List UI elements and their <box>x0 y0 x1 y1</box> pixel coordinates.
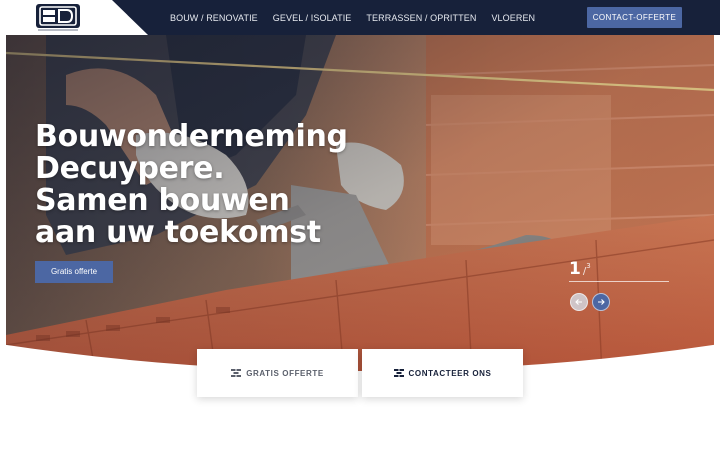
slide-total: 3 <box>586 261 591 270</box>
contacteer-ons-card[interactable]: CONTACTEER ONS <box>362 349 523 397</box>
slide-counter: 1/3 <box>569 259 591 279</box>
nav-item-gevel-isolatie[interactable]: GEVEL / ISOLATIE <box>273 13 352 23</box>
brick-icon <box>393 369 404 377</box>
logo-tagline <box>38 29 78 31</box>
hero-title-line-3: Samen bouwen <box>35 183 290 218</box>
hero-title-line-1: Bouwonderneming <box>35 119 348 154</box>
page: BOUW / RENOVATIE GEVEL / ISOLATIE TERRAS… <box>0 0 720 450</box>
slide-prev-button[interactable] <box>570 293 588 311</box>
slide-current: 1 <box>569 259 581 279</box>
arrow-left-icon <box>575 299 582 305</box>
card-label: GRATIS OFFERTE <box>246 368 324 378</box>
nav-item-terrassen-opritten[interactable]: TERRASSEN / OPRITTEN <box>366 13 476 23</box>
brick-icon <box>231 369 242 377</box>
hero-title-line-2: Decuypere. <box>35 151 225 186</box>
company-logo[interactable] <box>36 4 80 28</box>
main-nav: BOUW / RENOVATIE GEVEL / ISOLATIE TERRAS… <box>170 0 535 35</box>
slide-progress-line <box>569 281 669 282</box>
card-label: CONTACTEER ONS <box>408 368 492 378</box>
site-header: BOUW / RENOVATIE GEVEL / ISOLATIE TERRAS… <box>0 0 720 35</box>
gratis-offerte-card[interactable]: GRATIS OFFERTE <box>197 349 358 397</box>
nav-item-bouw-renovatie[interactable]: BOUW / RENOVATIE <box>170 13 258 23</box>
arrow-right-icon <box>598 299 605 305</box>
gratis-offerte-button[interactable]: Gratis offerte <box>35 261 113 283</box>
nav-item-vloeren[interactable]: VLOEREN <box>491 13 535 23</box>
hero-title-line-4: aan uw toekomst <box>35 215 321 250</box>
hero-title: Bouwonderneming Decuypere. Samen bouwen … <box>35 121 355 249</box>
hero-slider: Bouwonderneming Decuypere. Samen bouwen … <box>6 35 714 375</box>
contact-offerte-button[interactable]: CONTACT-OFFERTE <box>587 7 682 28</box>
logo-area[interactable] <box>0 0 148 35</box>
slide-next-button[interactable] <box>592 293 610 311</box>
